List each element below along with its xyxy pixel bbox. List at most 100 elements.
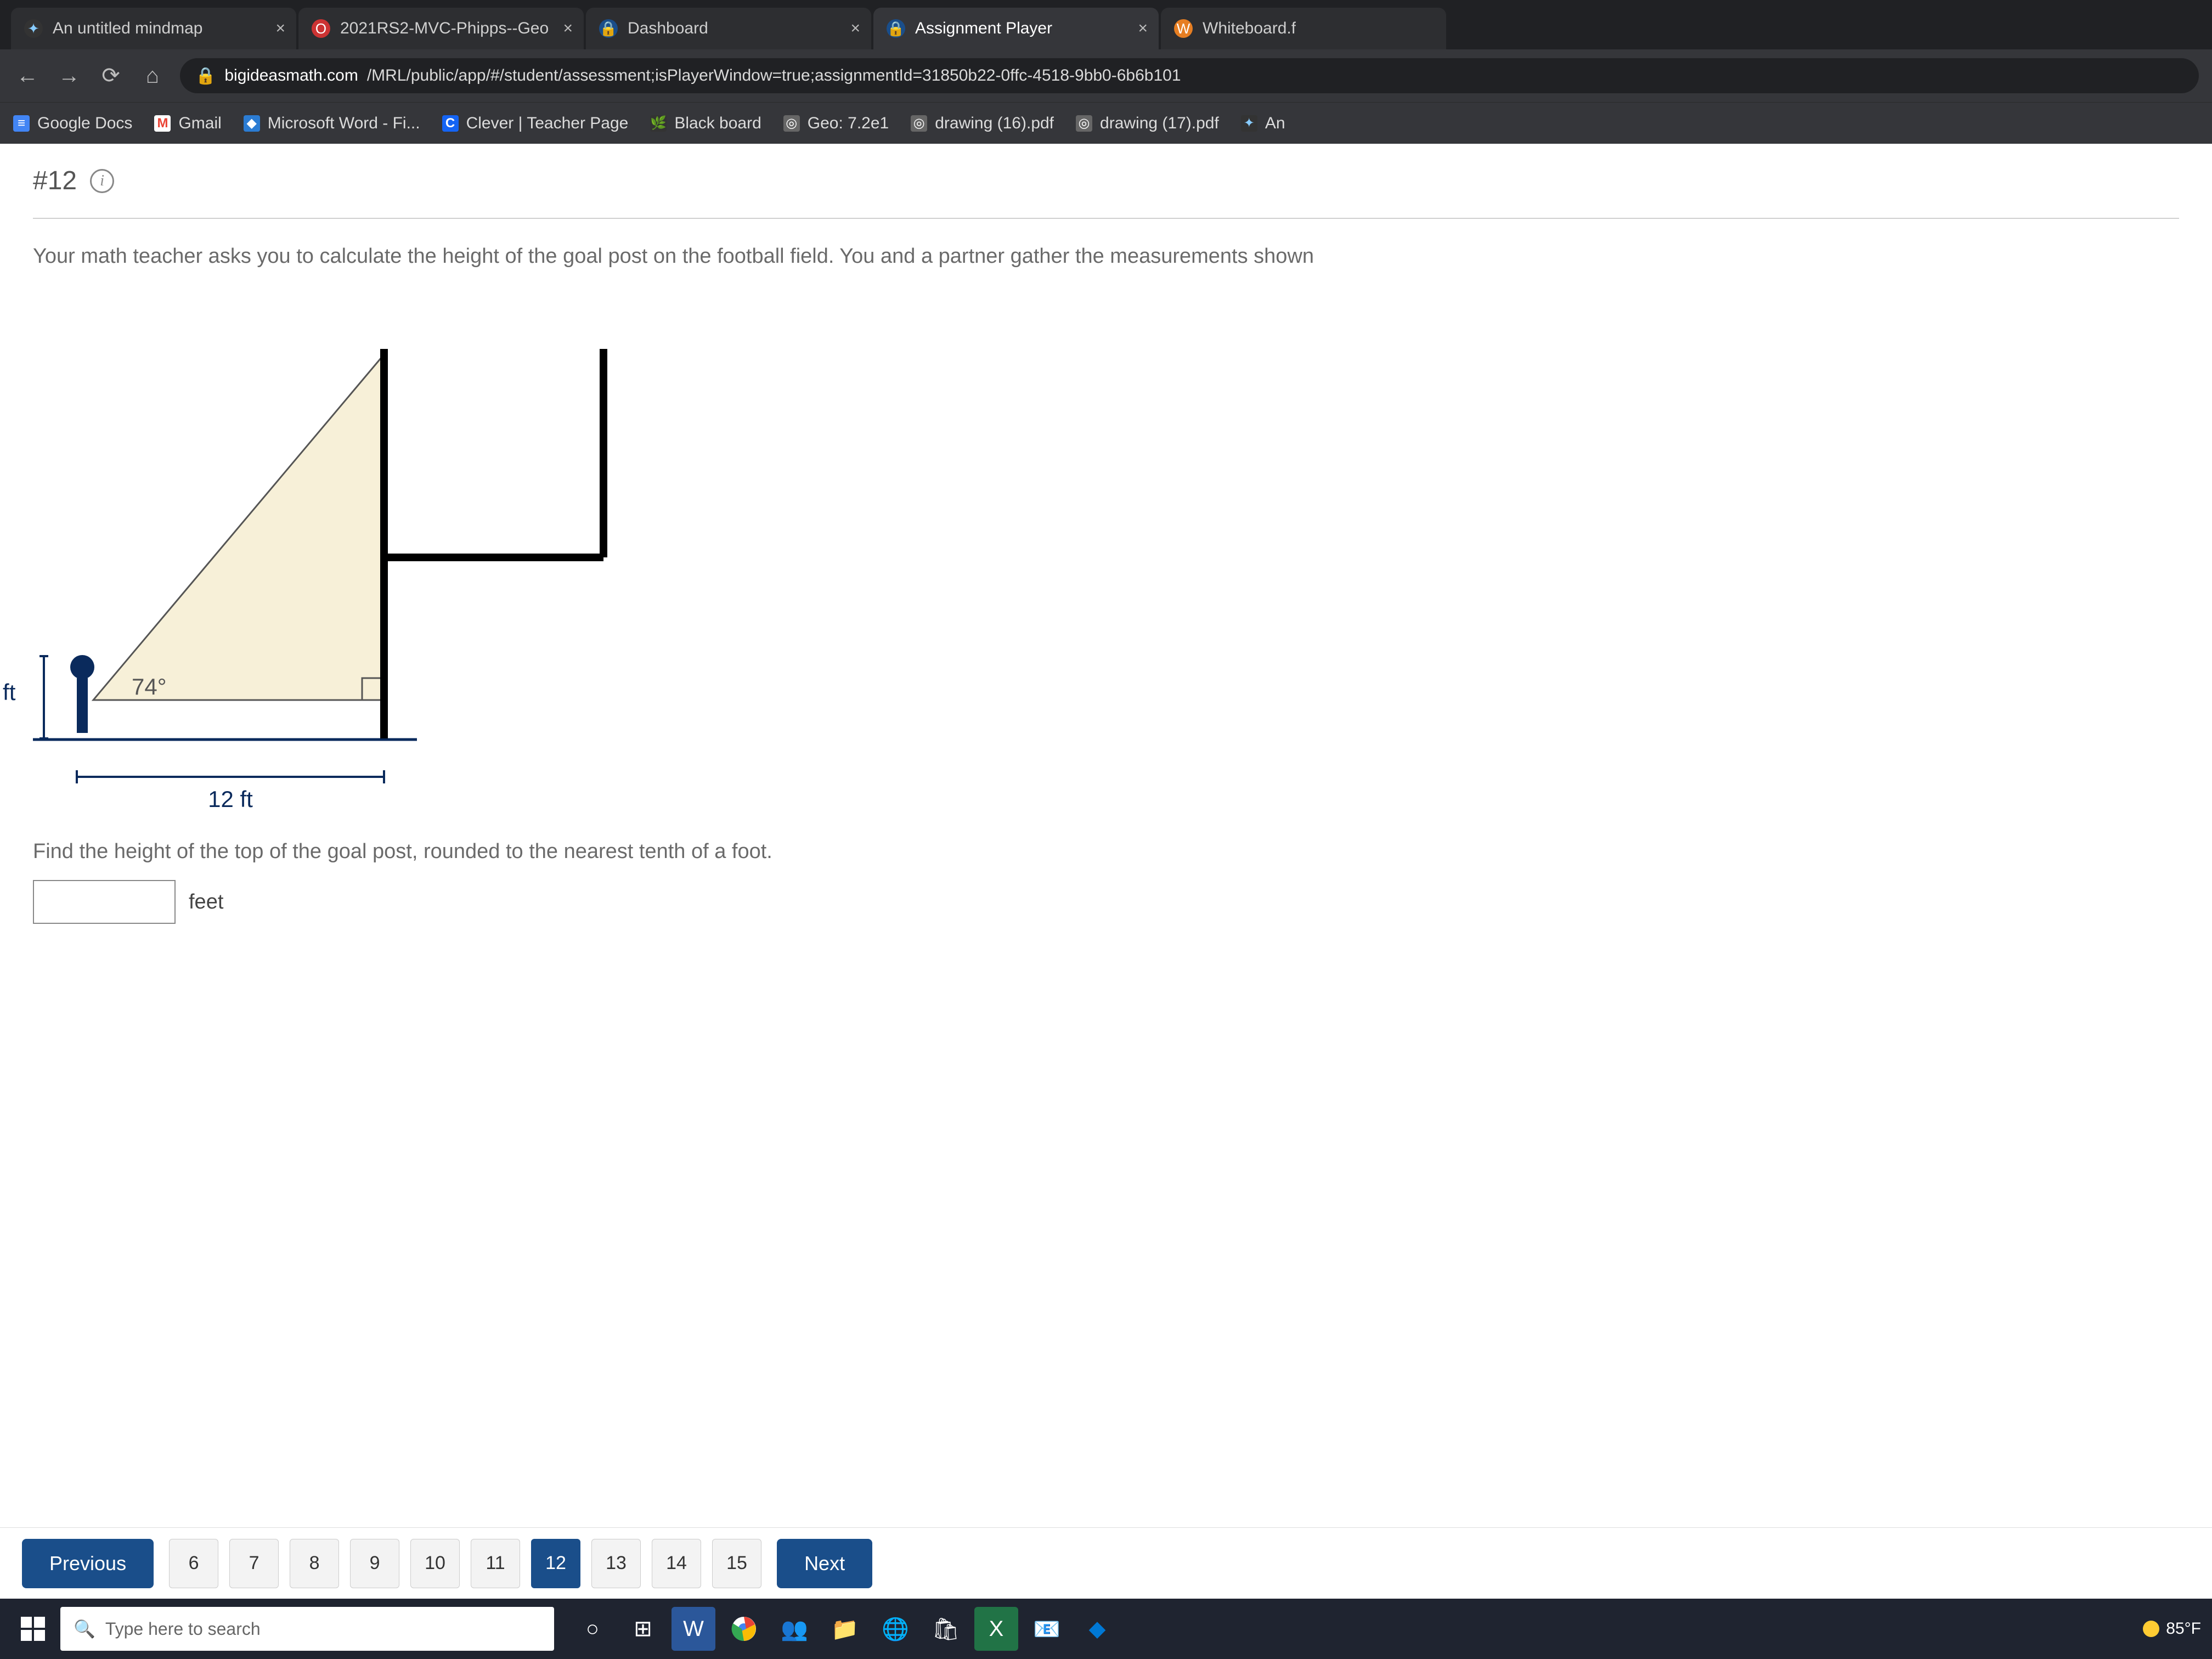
answer-input[interactable] <box>33 880 176 924</box>
favicon-icon: 🔒 <box>887 19 905 38</box>
reload-button[interactable]: ⟳ <box>97 61 125 90</box>
word-app-icon[interactable]: W <box>672 1607 715 1651</box>
explorer-app-icon[interactable]: 📁 <box>823 1607 867 1651</box>
teams-app-icon[interactable]: 👥 <box>772 1607 816 1651</box>
bookmark[interactable]: ◎ drawing (16).pdf <box>911 114 1054 133</box>
edge-app-icon[interactable]: 🌐 <box>873 1607 917 1651</box>
search-placeholder: Type here to search <box>105 1619 261 1639</box>
close-icon[interactable]: × <box>850 19 860 38</box>
bookmark[interactable]: C Clever | Teacher Page <box>442 114 629 133</box>
file-icon: ◎ <box>911 115 927 132</box>
store-app-icon[interactable]: 🛍 <box>924 1607 968 1651</box>
close-icon[interactable]: × <box>1138 19 1148 38</box>
tab-title: Assignment Player <box>915 19 1052 38</box>
page-button-8[interactable]: 8 <box>290 1539 339 1588</box>
file-icon: ◎ <box>1076 115 1092 132</box>
page-button-12[interactable]: 12 <box>531 1539 580 1588</box>
url-host: bigideasmath.com <box>224 66 358 85</box>
previous-button[interactable]: Previous <box>22 1539 154 1588</box>
page-button-13[interactable]: 13 <box>591 1539 641 1588</box>
person-head-icon <box>70 655 94 679</box>
tab-title: An untitled mindmap <box>53 19 203 38</box>
url-field[interactable]: 🔒 bigideasmath.com/MRL/public/app/#/stud… <box>180 58 2199 93</box>
home-button[interactable]: ⌂ <box>138 61 167 90</box>
browser-tab[interactable]: 🔒 Dashboard × <box>586 8 871 49</box>
windows-icon <box>21 1617 45 1641</box>
page-button-9[interactable]: 9 <box>350 1539 399 1588</box>
app-icon[interactable]: 📧 <box>1025 1607 1069 1651</box>
excel-app-icon[interactable]: X <box>974 1607 1018 1651</box>
lock-icon: 🔒 <box>195 66 216 86</box>
system-tray[interactable]: 85°F <box>2143 1620 2201 1638</box>
back-button[interactable]: ← <box>13 61 42 90</box>
clever-icon: C <box>442 115 459 132</box>
page-button-7[interactable]: 7 <box>229 1539 279 1588</box>
bookmark[interactable]: ◎Geo: 7.2e1 <box>783 114 889 133</box>
browser-tab-active[interactable]: 🔒 Assignment Player × <box>873 8 1159 49</box>
screen: ✦ An untitled mindmap × O 2021RS2-MVC-Ph… <box>0 0 2212 1659</box>
favicon-icon: O <box>312 19 330 38</box>
goalpost-figure: 6 ft 74° 12 ft <box>33 316 691 810</box>
sight-triangle <box>93 354 384 700</box>
blackboard-icon: 🌿 <box>650 115 667 132</box>
person-body-icon <box>77 678 88 733</box>
bookmark[interactable]: ◎drawing (17).pdf <box>1076 114 1219 133</box>
page-buttons: 6789101112131415 <box>169 1539 761 1588</box>
word-icon: ◆ <box>244 115 260 132</box>
cortana-icon[interactable]: ○ <box>571 1607 614 1651</box>
forward-button[interactable]: → <box>55 61 83 90</box>
person-height-label: 6 ft <box>0 679 16 705</box>
bookmark-label: Google Docs <box>37 114 132 133</box>
page-button-11[interactable]: 11 <box>471 1539 520 1588</box>
bookmark[interactable]: ◆Microsoft Word - Fi... <box>244 114 420 133</box>
answer-unit: feet <box>189 890 223 914</box>
taskbar-apps: ○ ⊞ W 👥 📁 🌐 🛍 X 📧 ◆ <box>571 1607 1119 1651</box>
mindmap-icon: ✦ <box>1241 115 1257 132</box>
answer-row: feet <box>0 874 2212 946</box>
favicon-icon: ✦ <box>24 19 43 38</box>
bookmark[interactable]: MGmail <box>154 114 221 133</box>
question-header: #12 i <box>0 144 2212 218</box>
favicon-icon: W <box>1174 19 1193 38</box>
url-path: /MRL/public/app/#/student/assessment;isP… <box>367 66 1181 85</box>
angle-label: 74° <box>132 674 167 699</box>
page-button-10[interactable]: 10 <box>410 1539 460 1588</box>
tab-title: Dashboard <box>628 19 708 38</box>
taskview-icon[interactable]: ⊞ <box>621 1607 665 1651</box>
weather-temp: 85°F <box>2166 1620 2201 1638</box>
sun-icon <box>2143 1621 2159 1637</box>
question-text: Your math teacher asks you to calculate … <box>0 219 2212 294</box>
chrome-app-icon[interactable] <box>722 1607 766 1651</box>
start-button[interactable] <box>11 1607 55 1651</box>
bookmark-label: drawing (16).pdf <box>935 114 1054 133</box>
bookmark-label: Geo: 7.2e1 <box>808 114 889 133</box>
bookmark[interactable]: 🌿Black board <box>650 114 761 133</box>
taskbar-search[interactable]: 🔍 Type here to search <box>60 1607 554 1651</box>
page-button-14[interactable]: 14 <box>652 1539 701 1588</box>
page-content: #12 i Your math teacher asks you to calc… <box>0 144 2212 1599</box>
doc-icon: ≡ <box>13 115 30 132</box>
info-icon[interactable]: i <box>90 169 114 193</box>
browser-tab[interactable]: W Whiteboard.f <box>1161 8 1446 49</box>
address-bar: ← → ⟳ ⌂ 🔒 bigideasmath.com/MRL/public/ap… <box>0 49 2212 102</box>
bookmark-label: Clever | Teacher Page <box>466 114 629 133</box>
page-button-15[interactable]: 15 <box>712 1539 761 1588</box>
close-icon[interactable]: × <box>275 19 285 38</box>
tab-title: Whiteboard.f <box>1203 19 1296 38</box>
browser-tab[interactable]: O 2021RS2-MVC-Phipps--Geo × <box>298 8 584 49</box>
next-button[interactable]: Next <box>777 1539 872 1588</box>
figure-area: 6 ft 74° 12 ft <box>0 294 2212 834</box>
bookmark[interactable]: ≡ Google Docs <box>13 114 132 133</box>
base-distance-label: 12 ft <box>208 786 253 812</box>
question-prompt: Find the height of the top of the goal p… <box>0 834 2212 874</box>
gmail-icon: M <box>154 115 171 132</box>
page-button-6[interactable]: 6 <box>169 1539 218 1588</box>
app-icon[interactable]: ◆ <box>1075 1607 1119 1651</box>
weather-widget[interactable]: 85°F <box>2143 1620 2201 1638</box>
browser-tab[interactable]: ✦ An untitled mindmap × <box>11 8 296 49</box>
close-icon[interactable]: × <box>563 19 573 38</box>
favicon-icon: 🔒 <box>599 19 618 38</box>
browser-tabstrip: ✦ An untitled mindmap × O 2021RS2-MVC-Ph… <box>0 0 2212 49</box>
bookmark[interactable]: ✦An <box>1241 114 1285 133</box>
search-icon: 🔍 <box>74 1618 95 1639</box>
